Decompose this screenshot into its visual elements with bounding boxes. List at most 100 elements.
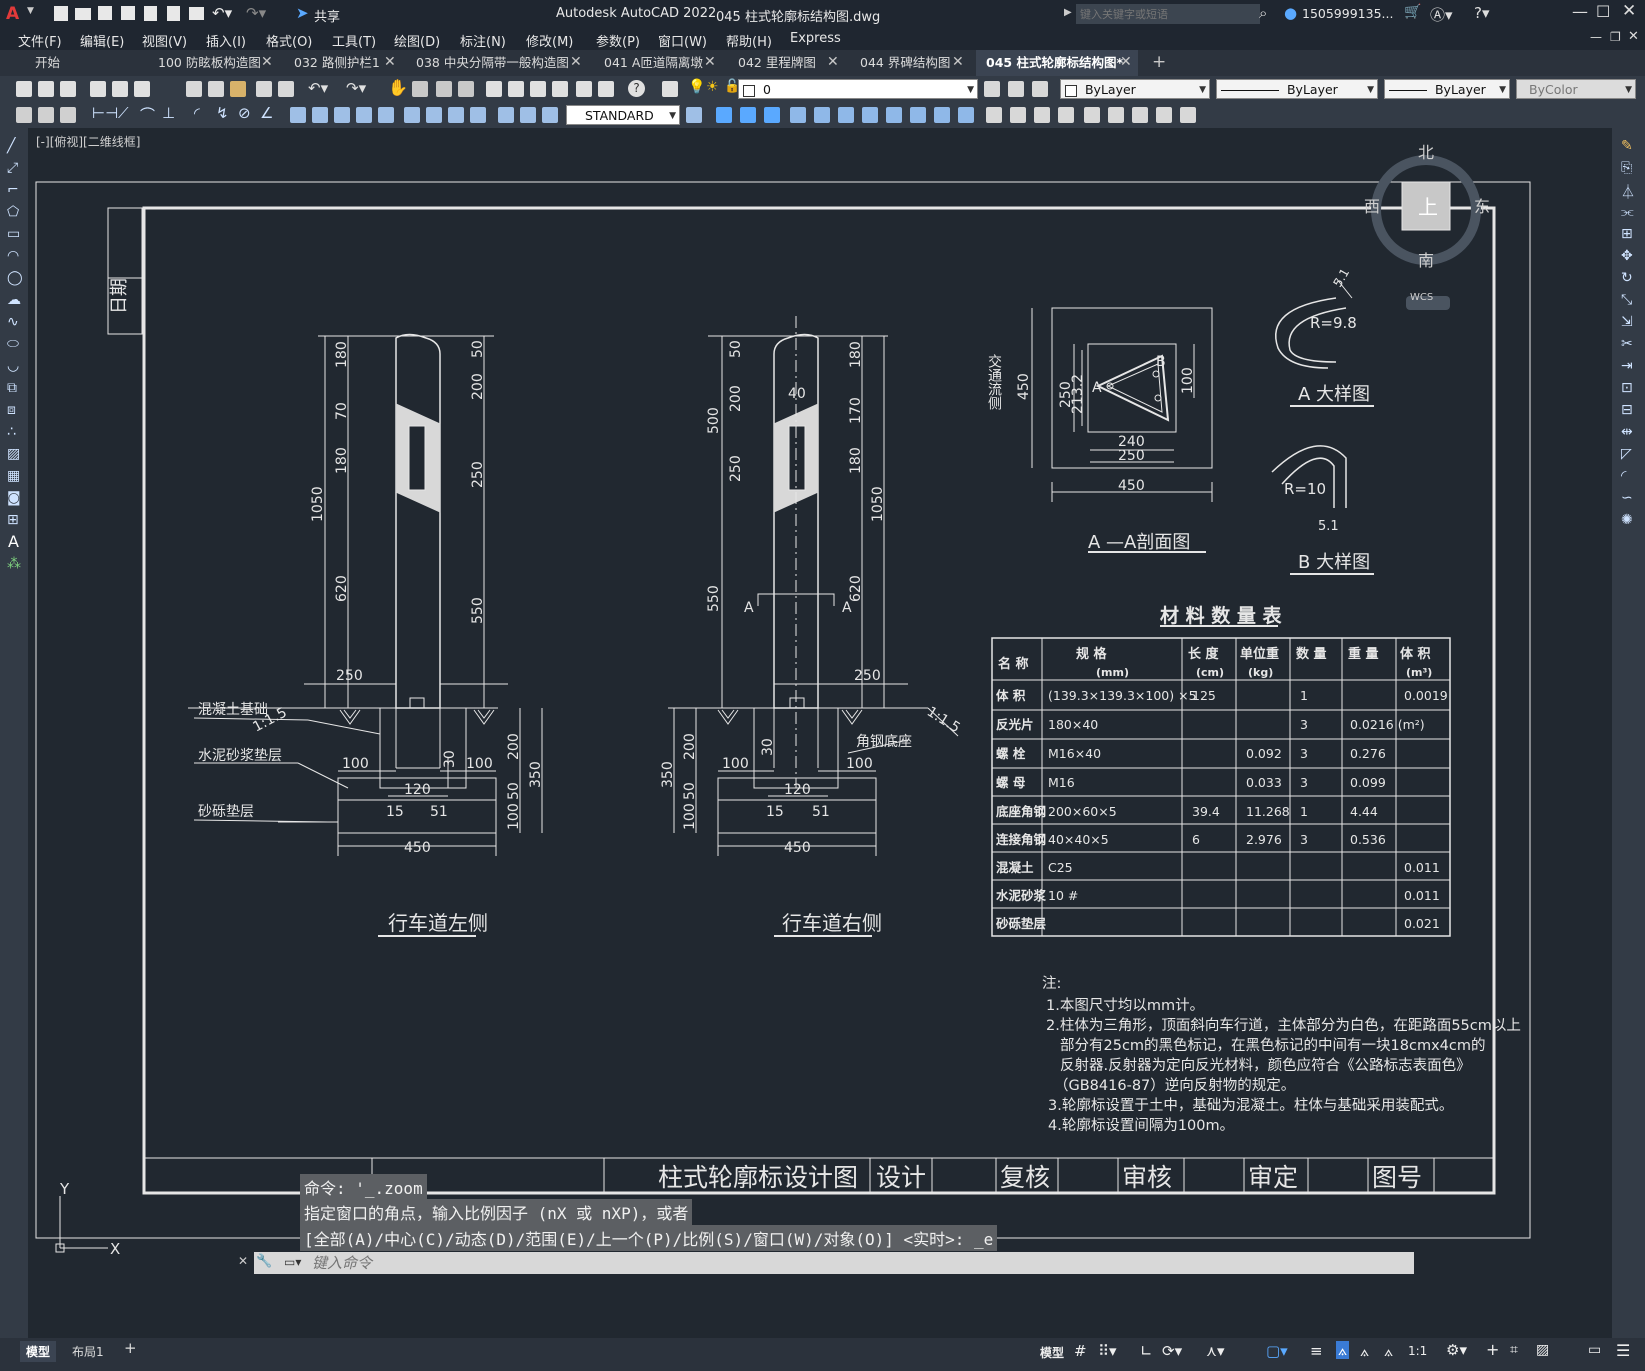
- modify-tool-icon[interactable]: [838, 107, 854, 123]
- match-properties-icon[interactable]: [256, 81, 272, 97]
- viewcube-top-face[interactable]: 上: [1418, 195, 1438, 219]
- tab-file[interactable]: 044 界碑结构图: [850, 50, 968, 76]
- command-prompt-icon[interactable]: ▭▾: [284, 1255, 301, 1269]
- revision-cloud-icon[interactable]: ☁: [7, 292, 21, 308]
- mirror-icon[interactable]: ⏃: [1621, 182, 1635, 202]
- insert-block-icon[interactable]: ⧉: [7, 380, 17, 396]
- polygon-icon[interactable]: ⬠: [7, 204, 19, 220]
- block-editor-icon[interactable]: [278, 81, 294, 97]
- sheet-set-icon[interactable]: [552, 81, 568, 97]
- markup-icon[interactable]: [576, 81, 592, 97]
- copy-icon[interactable]: [208, 81, 224, 97]
- modify-tool-icon[interactable]: [1010, 107, 1026, 123]
- zoom-realtime-icon[interactable]: [412, 81, 428, 97]
- annotation-scale-value[interactable]: 1:1: [1408, 1344, 1427, 1358]
- user-name[interactable]: 1505999135...: [1302, 6, 1393, 21]
- toolbar-tool-icon[interactable]: [60, 107, 76, 123]
- doc-minimize-button[interactable]: —: [1590, 30, 1602, 44]
- close-icon[interactable]: ✕: [384, 54, 396, 70]
- dimension-style-icon[interactable]: [686, 107, 702, 123]
- menu-dimension[interactable]: 标注(N): [460, 31, 506, 50]
- lineweight-toggle-icon[interactable]: ≡: [1310, 1342, 1323, 1360]
- diameter-dimension-icon[interactable]: ⊘: [238, 104, 251, 122]
- make-current-layer-icon[interactable]: [984, 81, 1000, 97]
- tab-start[interactable]: 开始: [25, 50, 143, 76]
- menu-parametric[interactable]: 参数(P): [596, 31, 640, 50]
- modify-tool-icon[interactable]: [986, 107, 1002, 123]
- wrench-icon[interactable]: 🔧: [256, 1254, 272, 1269]
- modify-tool-icon[interactable]: [1084, 107, 1100, 123]
- dimension-style-dropdown[interactable]: STANDARD ▼: [566, 105, 680, 125]
- add-selected-icon[interactable]: ⁂: [7, 556, 21, 572]
- ellipse-arc-icon[interactable]: ◡: [7, 358, 19, 374]
- menu-express[interactable]: Express: [790, 31, 841, 46]
- menu-modify[interactable]: 修改(M): [526, 31, 573, 50]
- close-icon[interactable]: ✕: [1120, 54, 1132, 70]
- customization-menu-icon[interactable]: ☰: [1616, 1341, 1630, 1360]
- open-web-icon[interactable]: [144, 6, 157, 21]
- ortho-icon[interactable]: ∟: [1140, 1342, 1153, 1360]
- center-mark-icon[interactable]: [426, 107, 442, 123]
- workspace-gear-icon[interactable]: ⚙▾: [1446, 1341, 1467, 1359]
- ellipse-icon[interactable]: ⬭: [7, 336, 19, 352]
- plot-icon[interactable]: [189, 7, 204, 20]
- cut-icon[interactable]: [186, 81, 202, 97]
- menu-edit[interactable]: 编辑(E): [80, 31, 124, 50]
- new-icon[interactable]: [16, 81, 32, 97]
- design-center-icon[interactable]: [508, 81, 524, 97]
- aligned-dimension-icon[interactable]: ⟋: [118, 104, 129, 122]
- publish-icon[interactable]: [134, 81, 150, 97]
- modify-tool-icon[interactable]: [910, 107, 926, 123]
- erase-icon[interactable]: ✎: [1621, 138, 1633, 154]
- circle-icon[interactable]: ◯: [7, 270, 23, 286]
- annotation-autoscale-icon[interactable]: ⟑: [1360, 1342, 1369, 1360]
- properties-icon[interactable]: [486, 81, 502, 97]
- radius-dimension-icon[interactable]: ◜: [194, 104, 200, 122]
- menu-view[interactable]: 视图(V): [142, 31, 187, 50]
- continue-dimension-icon[interactable]: [334, 107, 350, 123]
- user-icon[interactable]: ●: [1284, 4, 1297, 22]
- save-web-icon[interactable]: [167, 6, 180, 21]
- paste-icon[interactable]: [230, 81, 246, 97]
- line-icon[interactable]: ╱: [7, 138, 15, 154]
- close-icon[interactable]: ✕: [827, 54, 839, 70]
- viewcube-north[interactable]: 北: [1418, 143, 1434, 162]
- move-icon[interactable]: ✥: [1621, 248, 1633, 264]
- fillet-icon[interactable]: ◜: [1621, 468, 1626, 484]
- spline-icon[interactable]: ∿: [7, 314, 19, 330]
- offset-icon[interactable]: ⫘: [1621, 204, 1634, 220]
- modify-tool-icon[interactable]: [1058, 107, 1074, 123]
- modify-tool-icon[interactable]: [790, 107, 806, 123]
- rectangle-icon[interactable]: ▭: [7, 226, 20, 242]
- menu-insert[interactable]: 插入(I): [206, 31, 246, 50]
- tab-model[interactable]: 模型: [20, 1341, 57, 1362]
- layer-match-icon[interactable]: [1008, 81, 1024, 97]
- modify-tool-icon[interactable]: [958, 107, 974, 123]
- add-layout-plus-icon[interactable]: +: [124, 1339, 137, 1357]
- dimension-break-icon[interactable]: [378, 107, 394, 123]
- explode-icon[interactable]: ✺: [1621, 512, 1633, 528]
- undo-icon[interactable]: ↶▾: [212, 4, 232, 22]
- plotstyle-dropdown[interactable]: ByColor ▼: [1516, 79, 1636, 99]
- chamfer-icon[interactable]: ◸: [1621, 446, 1632, 462]
- menu-help[interactable]: 帮助(H): [726, 31, 772, 50]
- help-icon[interactable]: ?▾: [1474, 4, 1490, 22]
- jogged-linear-icon[interactable]: [470, 107, 486, 123]
- stretch-icon[interactable]: ⇲: [1621, 314, 1633, 330]
- join-icon[interactable]: ⇹: [1621, 424, 1633, 440]
- polyline-icon[interactable]: ⌐: [7, 182, 19, 198]
- annotation-monitor-plus-icon[interactable]: +: [1486, 1340, 1499, 1359]
- view-tool-icon[interactable]: [740, 107, 756, 123]
- close-icon[interactable]: ✕: [261, 54, 273, 70]
- modify-tool-icon[interactable]: [1180, 107, 1196, 123]
- baseline-dimension-icon[interactable]: [312, 107, 328, 123]
- close-button[interactable]: ✕: [1622, 1, 1636, 21]
- autocad-logo-icon[interactable]: A: [6, 4, 26, 24]
- menu-file[interactable]: 文件(F): [18, 31, 62, 50]
- maximize-button[interactable]: ☐: [1596, 2, 1610, 21]
- linetype-dropdown[interactable]: ByLayer ▼: [1216, 79, 1378, 99]
- gradient-icon[interactable]: ▦: [7, 468, 20, 484]
- grid-icon[interactable]: #: [1074, 1342, 1087, 1360]
- isodraft-icon[interactable]: ⋏▾: [1206, 1342, 1225, 1360]
- save-as-icon[interactable]: [121, 6, 135, 20]
